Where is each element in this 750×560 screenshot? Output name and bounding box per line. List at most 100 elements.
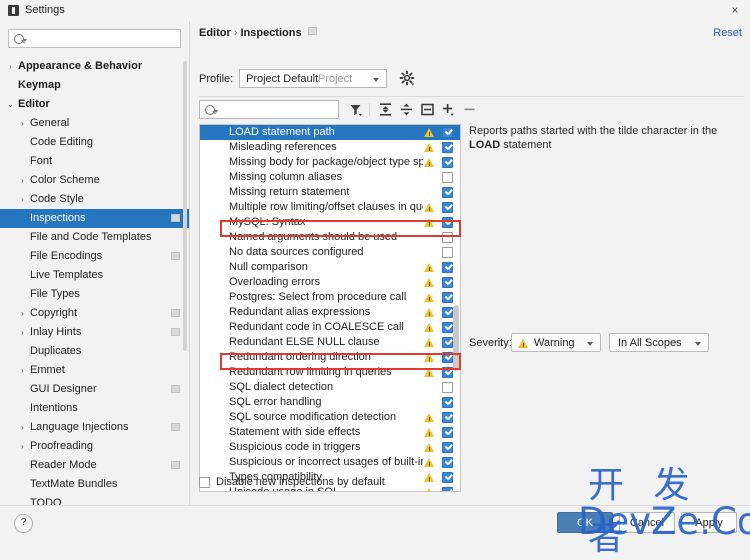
profile-settings-gear-icon[interactable] xyxy=(399,70,416,87)
disable-new-inspections-row[interactable]: Disable new inspections by default xyxy=(199,476,385,488)
sidebar-item-gui-designer[interactable]: GUI Designer xyxy=(0,380,189,399)
sidebar-item-file-encodings[interactable]: File Encodings xyxy=(0,247,189,266)
sidebar-item-live-templates[interactable]: Live Templates xyxy=(0,266,189,285)
inspection-checkbox[interactable] xyxy=(442,442,453,453)
sidebar-item-intentions[interactable]: Intentions xyxy=(0,399,189,418)
sidebar-item-file-and-code-templates[interactable]: File and Code Templates xyxy=(0,228,189,247)
inspection-checkbox[interactable] xyxy=(442,337,453,348)
reset-link[interactable]: Reset xyxy=(713,27,742,39)
inspection-row[interactable]: Suspicious code in triggers xyxy=(200,440,460,455)
inspections-list[interactable]: LOAD statement path Misleading references… xyxy=(199,124,461,492)
inspection-row[interactable]: Misleading references xyxy=(200,140,460,155)
apply-button[interactable]: Apply xyxy=(681,512,737,533)
inspection-checkbox[interactable] xyxy=(442,277,453,288)
inspection-row[interactable]: SQL source modification detection xyxy=(200,410,460,425)
inspection-checkbox[interactable] xyxy=(442,142,453,153)
inspection-checkbox[interactable] xyxy=(442,427,453,438)
sidebar-item-code-style[interactable]: › Code Style xyxy=(0,190,189,209)
sidebar-item-code-editing[interactable]: Code Editing xyxy=(0,133,189,152)
inspection-checkbox[interactable] xyxy=(442,157,453,168)
breadcrumb-root[interactable]: Editor xyxy=(199,27,231,39)
sidebar-item-keymap[interactable]: Keymap xyxy=(0,76,189,95)
inspection-row[interactable]: No data sources configured xyxy=(200,245,460,260)
inspection-row[interactable]: SQL dialect detection xyxy=(200,380,460,395)
sidebar-item-font[interactable]: Font xyxy=(0,152,189,171)
group-by-icon[interactable] xyxy=(419,101,436,118)
inspection-row[interactable]: Overloading errors xyxy=(200,275,460,290)
close-icon[interactable]: × xyxy=(726,2,744,18)
inspection-checkbox[interactable] xyxy=(442,487,453,491)
inspection-checkbox[interactable] xyxy=(442,472,453,483)
inspection-row[interactable]: Redundant ordering direction xyxy=(200,350,460,365)
inspection-checkbox[interactable] xyxy=(442,457,453,468)
inspection-checkbox[interactable] xyxy=(442,352,453,363)
inspection-description-panel: Reports paths started with the tilde cha… xyxy=(469,124,744,492)
inspection-row[interactable]: LOAD statement path xyxy=(200,125,460,140)
cancel-button[interactable]: Cancel xyxy=(619,512,675,533)
inspection-row[interactable]: Missing body for package/object type spe… xyxy=(200,155,460,170)
sidebar-item-appearance-behavior[interactable]: › Appearance & Behavior xyxy=(0,57,189,76)
inspection-checkbox[interactable] xyxy=(442,127,453,138)
inspection-checkbox[interactable] xyxy=(442,232,453,243)
sidebar-item-file-types[interactable]: File Types xyxy=(0,285,189,304)
profile-select[interactable]: Project Default Project xyxy=(239,69,387,88)
inspection-row[interactable]: Redundant row limiting in queries xyxy=(200,365,460,380)
inspection-checkbox[interactable] xyxy=(442,367,453,378)
inspection-checkbox[interactable] xyxy=(442,397,453,408)
scope-select[interactable]: In All Scopes xyxy=(609,333,709,352)
inspection-row[interactable]: Missing column aliases xyxy=(200,170,460,185)
inspection-row[interactable]: Redundant alias expressions xyxy=(200,305,460,320)
sidebar-search-input[interactable] xyxy=(8,29,181,48)
filter-icon[interactable] xyxy=(347,101,364,118)
inspections-list-scrollbar[interactable] xyxy=(453,305,459,371)
remove-icon[interactable] xyxy=(461,101,478,118)
sidebar-item-proofreading[interactable]: › Proofreading xyxy=(0,437,189,456)
inspection-search-input[interactable] xyxy=(199,100,339,119)
sidebar-item-color-scheme[interactable]: › Color Scheme xyxy=(0,171,189,190)
inspection-row[interactable]: Missing return statement xyxy=(200,185,460,200)
help-button[interactable]: ? xyxy=(14,514,33,533)
inspection-row[interactable]: MySQL: Syntax xyxy=(200,215,460,230)
inspection-row[interactable]: Multiple row limiting/offset clauses in … xyxy=(200,200,460,215)
inspection-row[interactable]: Null comparison xyxy=(200,260,460,275)
inspection-row[interactable]: Named arguments should be used xyxy=(200,230,460,245)
ok-button[interactable]: OK xyxy=(557,512,613,533)
inspection-row[interactable]: Redundant ELSE NULL clause xyxy=(200,335,460,350)
sidebar-item-textmate-bundles[interactable]: TextMate Bundles xyxy=(0,475,189,494)
inspection-checkbox[interactable] xyxy=(442,412,453,423)
inspection-checkbox[interactable] xyxy=(442,262,453,273)
inspection-checkbox[interactable] xyxy=(442,247,453,258)
sidebar-item-editor[interactable]: ⌄ Editor xyxy=(0,95,189,114)
sidebar-item-todo[interactable]: TODO xyxy=(0,494,189,505)
inspection-checkbox[interactable] xyxy=(442,292,453,303)
sidebar-scrollbar[interactable] xyxy=(183,61,187,351)
inspection-row[interactable]: Postgres: Select from procedure call xyxy=(200,290,460,305)
sidebar-item-reader-mode[interactable]: Reader Mode xyxy=(0,456,189,475)
collapse-all-icon[interactable] xyxy=(398,101,415,118)
inspection-row[interactable]: Statement with side effects xyxy=(200,425,460,440)
inspection-row[interactable]: SQL error handling xyxy=(200,395,460,410)
inspection-checkbox[interactable] xyxy=(442,172,453,183)
inspection-row[interactable]: Suspicious or incorrect usages of built-… xyxy=(200,455,460,470)
sidebar-item-general[interactable]: › General xyxy=(0,114,189,133)
inspection-checkbox[interactable] xyxy=(442,187,453,198)
inspection-checkbox[interactable] xyxy=(442,217,453,228)
sidebar-item-duplicates[interactable]: Duplicates xyxy=(0,342,189,361)
sidebar-item-label: File Encodings xyxy=(30,250,103,262)
sidebar-item-copyright[interactable]: › Copyright xyxy=(0,304,189,323)
severity-select[interactable]: Warning xyxy=(511,333,601,352)
warning-icon xyxy=(424,487,435,491)
inspection-checkbox[interactable] xyxy=(442,202,453,213)
disable-new-inspections-checkbox[interactable] xyxy=(199,476,210,488)
sidebar-item-inspections[interactable]: Inspections xyxy=(0,209,189,228)
inspection-checkbox[interactable] xyxy=(442,307,453,318)
inspection-checkbox[interactable] xyxy=(442,322,453,333)
add-icon[interactable] xyxy=(440,101,457,118)
breadcrumb-separator: › xyxy=(233,27,238,39)
inspection-checkbox[interactable] xyxy=(442,382,453,393)
sidebar-item-inlay-hints[interactable]: › Inlay Hints xyxy=(0,323,189,342)
sidebar-item-language-injections[interactable]: › Language Injections xyxy=(0,418,189,437)
expand-all-icon[interactable] xyxy=(377,101,394,118)
inspection-row[interactable]: Redundant code in COALESCE call xyxy=(200,320,460,335)
sidebar-item-emmet[interactable]: › Emmet xyxy=(0,361,189,380)
